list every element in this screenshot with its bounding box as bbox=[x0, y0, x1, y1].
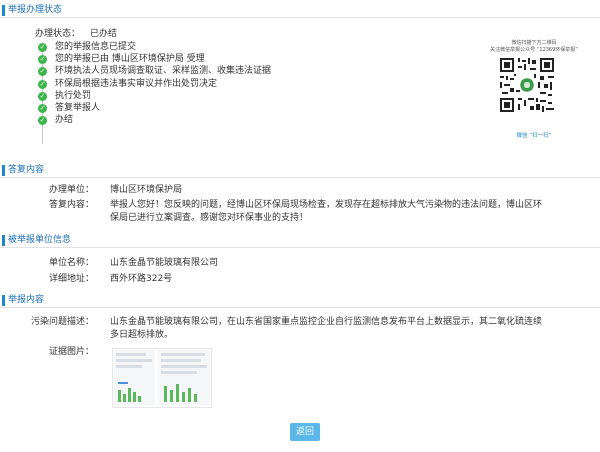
handling-unit-label: 办理单位： bbox=[48, 185, 94, 195]
issue-description-label: 污染问题描述： bbox=[30, 317, 94, 327]
timeline-step-text: 答复举报人 bbox=[55, 102, 101, 113]
timeline-step-text: 执行处罚 bbox=[55, 90, 92, 101]
timeline-step-text: 您的举报信息已提交 bbox=[55, 42, 137, 52]
section-title: 答复内容 bbox=[8, 165, 45, 175]
section-accent-bar bbox=[2, 5, 5, 16]
timeline-step: ✓ 您的举报信息已提交 bbox=[36, 41, 271, 53]
timeline-step: ✓ 环保局根据违法事实审议并作出处罚决定 bbox=[36, 78, 271, 90]
section-header-status: 举报办理状态 bbox=[0, 3, 600, 18]
check-icon: ✓ bbox=[38, 79, 47, 89]
timeline-step-text: 环境执法人员现场调查取证、采样监测、收集违法证据 bbox=[55, 66, 272, 77]
check-icon: ✓ bbox=[38, 43, 47, 52]
section-title: 举报办理状态 bbox=[8, 5, 63, 15]
section-header-content: 举报内容 bbox=[0, 293, 600, 308]
timeline-step: ✓ 答复举报人 bbox=[36, 102, 271, 114]
timeline-step-text: 您的举报已由 博山区环境保护局 受理 bbox=[55, 54, 205, 65]
qr-instruction: 微信扫描下方二维码 bbox=[511, 40, 557, 46]
evidence-screenshot-left bbox=[114, 350, 155, 405]
section-title: 被举报单位信息 bbox=[8, 235, 72, 245]
qr-code-icon bbox=[498, 56, 556, 114]
qr-caption: 微信 “扫一扫” bbox=[516, 133, 552, 139]
check-icon: ✓ bbox=[38, 91, 47, 101]
timeline-step-text: 办结 bbox=[55, 115, 74, 126]
check-icon: ✓ bbox=[38, 67, 47, 77]
evidence-image-thumbnail[interactable] bbox=[112, 348, 212, 408]
evidence-screenshot-right bbox=[158, 350, 210, 405]
section-header-reply: 答复内容 bbox=[0, 163, 600, 178]
timeline-step: ✓ 您的举报已由 博山区环境保护局 受理 bbox=[36, 53, 271, 65]
unit-name-label: 单位名称： bbox=[48, 258, 94, 268]
section-header-reported-unit: 被举报单位信息 bbox=[0, 233, 600, 248]
reply-content-label: 答复内容： bbox=[48, 200, 94, 210]
handling-unit-value: 博山区环境保护局 bbox=[110, 185, 183, 195]
check-icon: ✓ bbox=[38, 116, 47, 126]
timeline-step: ✓ 环境执法人员现场调查取证、采样监测、收集违法证据 bbox=[36, 65, 271, 77]
section-accent-bar bbox=[2, 235, 5, 246]
timeline-step-text: 环保局根据违法事实审议并作出处罚决定 bbox=[55, 78, 218, 89]
unit-name-value: 山东金晶节能玻璃有限公司 bbox=[110, 258, 219, 268]
unit-address-value: 西外环路322号 bbox=[110, 274, 173, 284]
progress-timeline: ✓ 您的举报信息已提交 ✓ 您的举报已由 博山区环境保护局 受理 ✓ 环境执法人员现场… bbox=[36, 41, 271, 144]
timeline-step: ✓ 办结 bbox=[36, 114, 271, 126]
back-button[interactable]: 返回 bbox=[290, 423, 320, 441]
evidence-label: 证据图片： bbox=[48, 347, 94, 357]
unit-address-label: 详细地址： bbox=[48, 274, 94, 284]
qr-account-text: 关注微信举报公众号 “12369环保举报” bbox=[490, 47, 578, 53]
check-icon: ✓ bbox=[38, 55, 47, 65]
section-accent-bar bbox=[2, 295, 5, 306]
section-accent-bar bbox=[2, 165, 5, 176]
reply-content-value: 举报人您好！您反映的问题，经博山区环保局现场检查，发现存在超标排放大气污染物的违… bbox=[110, 200, 543, 223]
status-label: 办理状态： bbox=[35, 29, 81, 39]
timeline-step: ✓ 执行处罚 bbox=[36, 90, 271, 102]
issue-description-value: 山东金晶节能玻璃有限公司，在山东省国家重点监控企业自行监测信息发布平台上数据显示… bbox=[110, 317, 543, 340]
check-icon: ✓ bbox=[38, 103, 47, 113]
status-value: 已办结 bbox=[90, 29, 118, 39]
section-title: 举报内容 bbox=[8, 295, 45, 305]
